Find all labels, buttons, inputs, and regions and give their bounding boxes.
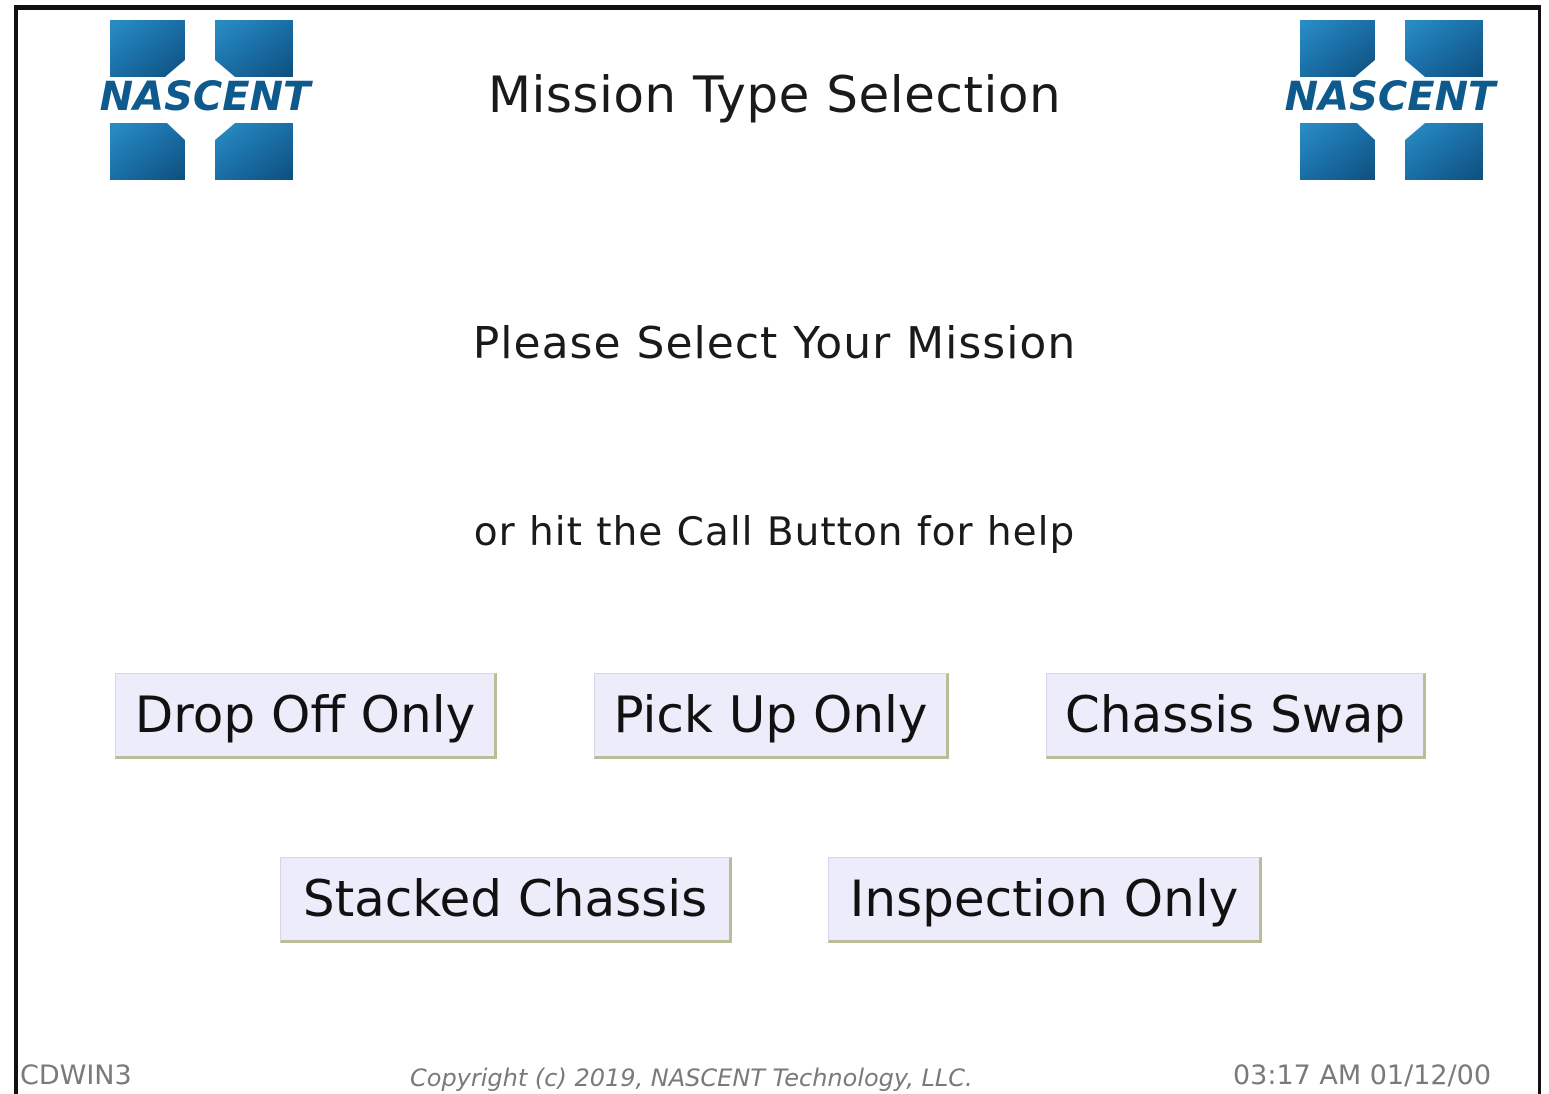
station-id: CDWIN3 [20, 1060, 132, 1091]
help-text: or hit the Call Button for help [473, 510, 1076, 555]
inspection-only-button[interactable]: Inspection Only [828, 857, 1262, 943]
datetime-display: 03:17 AM 01/12/00 [1233, 1060, 1492, 1091]
chassis-swap-button[interactable]: Chassis Swap [1046, 673, 1426, 759]
page-title: Mission Type Selection [487, 66, 1062, 124]
copyright-text: Copyright (c) 2019, NASCENT Technology, … [410, 1064, 973, 1092]
drop-off-only-button[interactable]: Drop Off Only [115, 673, 497, 759]
pick-up-only-button[interactable]: Pick Up Only [594, 673, 949, 759]
mission-prompt: Please Select Your Mission [472, 318, 1077, 369]
stacked-chassis-button[interactable]: Stacked Chassis [280, 857, 732, 943]
